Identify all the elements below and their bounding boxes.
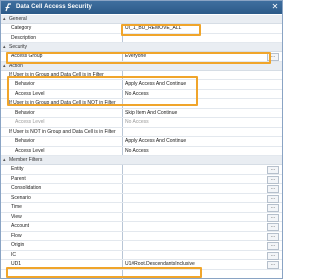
member-filter-label: Parent <box>11 175 26 182</box>
condition-label: If User is in Group and Data Cell is in … <box>9 71 104 78</box>
member-filter-row-consolidation[interactable]: Consolidation... <box>1 184 282 194</box>
member-filter-browse-button[interactable]: ... <box>267 232 279 241</box>
member-filter-browse-button[interactable]: ... <box>267 261 279 269</box>
section-label: Security <box>9 44 28 50</box>
row-access-level-1[interactable]: Access Level No Access <box>1 90 282 99</box>
member-filter-row-ud1[interactable]: UD1 U1#Root.DescendantsInclusive... <box>1 260 282 270</box>
member-filter-browse-button[interactable]: ... <box>267 251 279 260</box>
section-member-filters[interactable]: ▴ Member Filters <box>1 156 282 165</box>
member-filter-list: Entity... Parent... Consolidation... Scenar… <box>1 165 282 270</box>
member-filter-browse-button[interactable]: ... <box>267 166 279 174</box>
member-filter-browse-button[interactable]: ... <box>267 204 279 212</box>
row-access-level-3[interactable]: Access Level No Access <box>1 147 282 156</box>
member-filter-label: View <box>11 213 22 220</box>
behavior-value[interactable]: Skip Item And Continue <box>125 109 265 118</box>
condition-label: If User is in Group and Data Cell is NOT… <box>9 100 116 106</box>
member-filter-browse-button[interactable]: ... <box>267 223 279 231</box>
row-behavior-2[interactable]: Behavior Skip Item And Continue <box>1 109 282 118</box>
member-filter-value[interactable]: U1#Root.DescendantsInclusive <box>125 260 265 269</box>
member-filter-label: Consolidation <box>11 185 42 191</box>
member-filter-label: Flow <box>11 232 22 239</box>
row-behavior-1[interactable]: Behavior Apply Access And Continue <box>1 80 282 90</box>
member-filter-label: Account <box>11 223 30 229</box>
condition-label: If User is NOT in Group and Data Cell is… <box>9 128 116 135</box>
behavior-label: Behavior <box>15 109 35 116</box>
row-access-group[interactable]: Access Group Everyone ... <box>1 52 282 62</box>
access-level-label: Access Level <box>15 90 45 97</box>
description-label: Description <box>11 34 37 41</box>
member-filter-label: Time <box>11 204 22 210</box>
section-security[interactable]: ▴ Security <box>1 43 282 52</box>
member-filter-browse-button[interactable]: ... <box>267 194 279 203</box>
section-label: Action <box>9 62 23 69</box>
member-filter-row-view[interactable]: View... <box>1 213 282 222</box>
row-behavior-3[interactable]: Behavior Apply Access And Continue <box>1 137 282 147</box>
member-filter-label: Entity <box>11 166 24 172</box>
access-group-value[interactable]: Everyone <box>125 52 265 61</box>
access-group-browse-button[interactable]: ... <box>267 53 279 61</box>
category-value[interactable]: UI_1_BU_REMOVE_ALL <box>125 24 265 33</box>
member-filter-label: UD1 <box>11 261 22 267</box>
row-category[interactable]: Category UI_1_BU_REMOVE_ALL <box>1 24 282 34</box>
collapse-icon[interactable]: ▴ <box>3 43 6 51</box>
member-filter-row-account[interactable]: Account... <box>1 222 282 232</box>
condition-header: If User is NOT in Group and Data Cell is… <box>1 128 282 137</box>
collapse-icon[interactable]: ▴ <box>3 62 6 70</box>
member-filter-row-ic[interactable]: IC... <box>1 251 282 260</box>
member-filter-browse-button[interactable]: ... <box>267 213 279 222</box>
category-label: Category <box>11 25 32 31</box>
access-security-window: Data Cell Access Security ✕ ▴ General Ca… <box>0 0 283 280</box>
access-level-label: Access Level <box>15 119 45 125</box>
row-access-level-2[interactable]: Access Level No Access <box>1 118 282 128</box>
member-filter-row-origin[interactable]: Origin... <box>1 241 282 251</box>
collapse-icon[interactable]: ▴ <box>3 156 6 164</box>
access-level-value[interactable]: No Access <box>125 147 265 156</box>
behavior-value[interactable]: Apply Access And Continue <box>125 80 265 89</box>
app-logo-icon <box>5 3 11 12</box>
access-level-value[interactable]: No Access <box>125 90 265 99</box>
row-description[interactable]: Description <box>1 34 282 43</box>
member-filter-row-time[interactable]: Time... <box>1 203 282 213</box>
section-label: Member Filters <box>9 157 43 163</box>
behavior-value[interactable]: Apply Access And Continue <box>125 137 265 146</box>
section-label: General <box>9 16 27 22</box>
condition-header: If User is in Group and Data Cell is in … <box>1 71 282 80</box>
condition-header: If User is in Group and Data Cell is NOT… <box>1 99 282 109</box>
section-general[interactable]: ▴ General <box>1 15 282 24</box>
member-filter-label: Origin <box>11 242 25 248</box>
member-filter-browse-button[interactable]: ... <box>267 242 279 250</box>
window-title: Data Cell Access Security <box>16 4 92 10</box>
collapse-icon[interactable]: ▴ <box>3 15 6 23</box>
property-grid: ▴ General Category UI_1_BU_REMOVE_ALL De… <box>1 15 282 270</box>
member-filter-label: IC <box>11 251 16 258</box>
member-filter-browse-button[interactable]: ... <box>267 175 279 184</box>
member-filter-label: Scenario <box>11 194 31 201</box>
behavior-label: Behavior <box>15 81 35 87</box>
member-filter-row-entity[interactable]: Entity... <box>1 165 282 175</box>
access-level-label: Access Level <box>15 147 45 154</box>
access-group-label: Access Group <box>11 53 43 59</box>
section-action[interactable]: ▴ Action <box>1 61 282 71</box>
close-icon[interactable]: ✕ <box>271 3 279 11</box>
access-level-value[interactable]: No Access <box>125 118 265 127</box>
title-bar: Data Cell Access Security ✕ <box>1 1 282 14</box>
member-filter-row-flow[interactable]: Flow... <box>1 232 282 241</box>
member-filter-row-scenario[interactable]: Scenario... <box>1 194 282 203</box>
member-filter-row-parent[interactable]: Parent... <box>1 175 282 184</box>
behavior-label: Behavior <box>15 138 35 144</box>
member-filter-browse-button[interactable]: ... <box>267 185 279 193</box>
